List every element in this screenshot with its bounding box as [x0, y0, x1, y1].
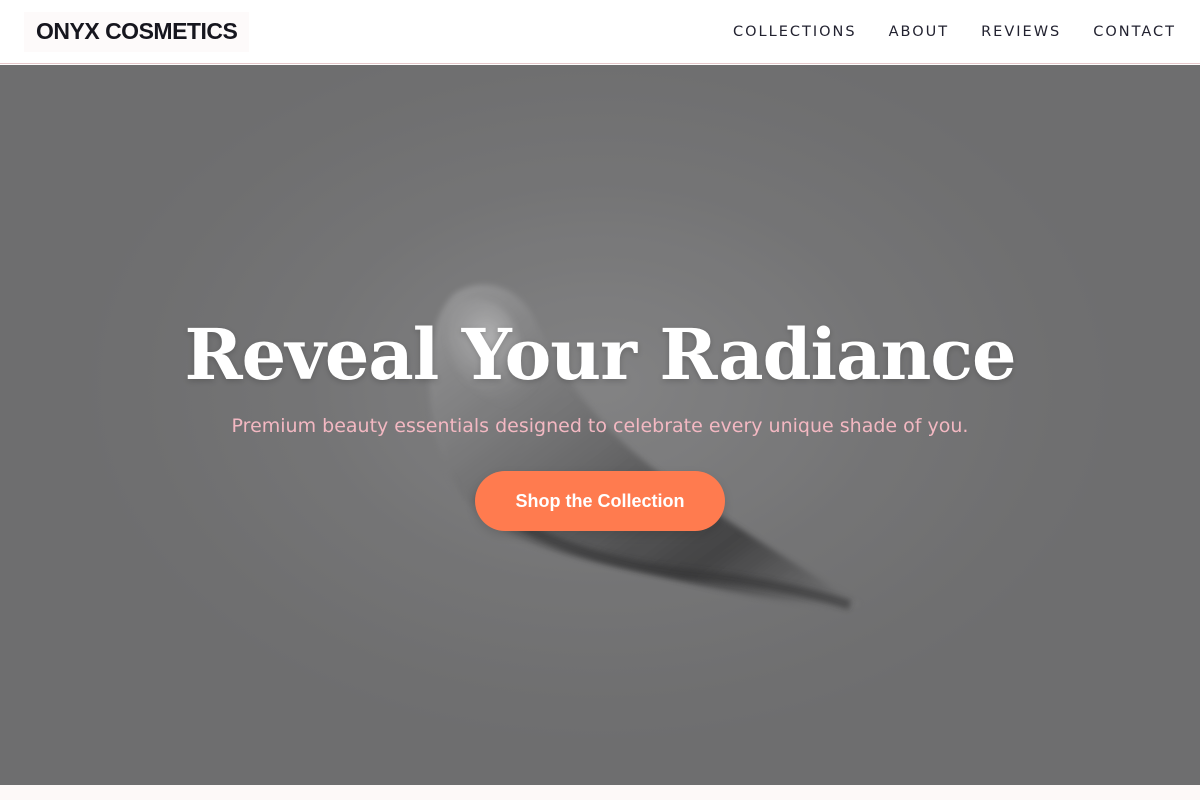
main-nav: COLLECTIONS ABOUT REVIEWS CONTACT — [733, 24, 1176, 40]
hero-section: Reveal Your Radiance Premium beauty esse… — [0, 65, 1200, 785]
shop-collection-button[interactable]: Shop the Collection — [475, 471, 725, 531]
nav-link-about[interactable]: ABOUT — [889, 24, 950, 40]
nav-link-reviews[interactable]: REVIEWS — [981, 24, 1061, 40]
hero-subtitle: Premium beauty essentials designed to ce… — [231, 415, 969, 437]
next-section-edge — [0, 785, 1200, 800]
hero-title: Reveal Your Radiance — [184, 313, 1016, 396]
nav-link-collections[interactable]: COLLECTIONS — [733, 24, 857, 40]
site-header: ONYX COSMETICS COLLECTIONS ABOUT REVIEWS… — [0, 0, 1200, 64]
nav-link-contact[interactable]: CONTACT — [1093, 24, 1176, 40]
hero-content: Reveal Your Radiance Premium beauty esse… — [0, 65, 1200, 785]
brand-logo[interactable]: ONYX COSMETICS — [24, 11, 250, 52]
